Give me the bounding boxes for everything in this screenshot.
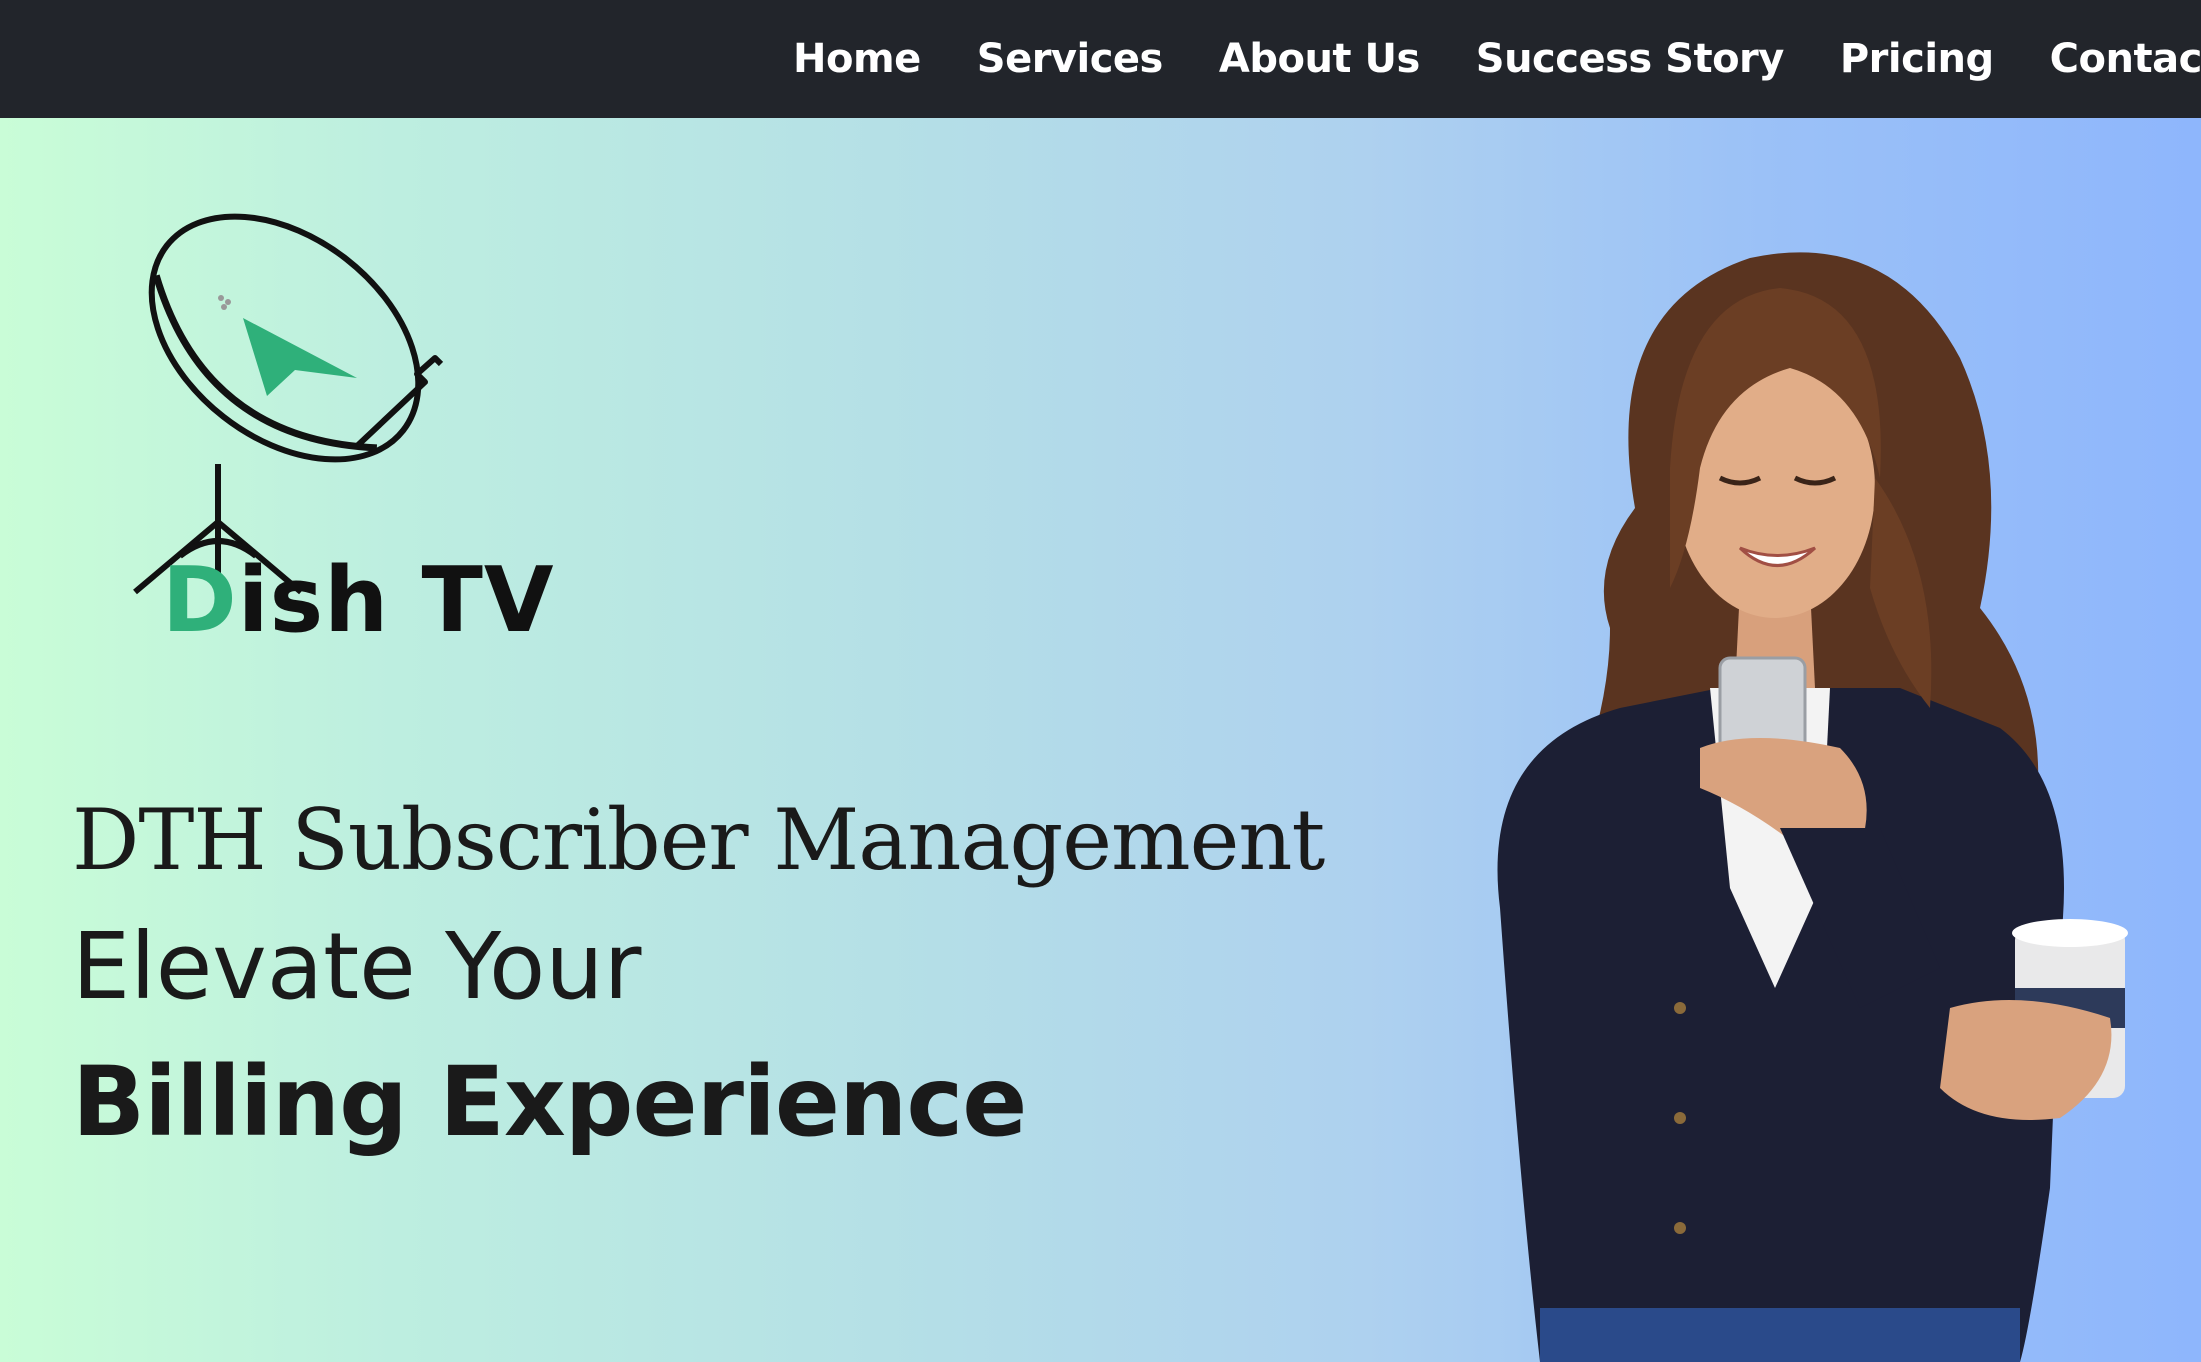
nav-menu: Home Services About Us Success Story Pri… [793,0,2201,118]
logo-rest-text: ish TV [237,548,555,653]
nav-item-services[interactable]: Services [977,36,1164,82]
hero-headline: DTH Subscriber Management Elevate Your B… [72,778,1325,1172]
nav-item-success-story[interactable]: Success Story [1476,36,1785,82]
nav-item-contact-us[interactable]: Contact Us [2050,36,2201,82]
logo-wordmark[interactable]: Dish TV [162,548,555,653]
hero-line-billing-experience: Billing Experience [72,1046,1027,1158]
hero-woman-image [1497,252,2128,1362]
hero-section: Dish TV DTH Subscriber Management Elevat… [0,118,2201,1362]
logo-accent-letter: D [162,548,238,653]
nav-item-home[interactable]: Home [793,36,921,82]
hero-line-elevate: Elevate Your [72,913,642,1020]
hero-line-subscriber-management: DTH Subscriber Management [72,791,1325,889]
nav-item-about-us[interactable]: About Us [1219,36,1420,82]
top-navbar: Home Services About Us Success Story Pri… [0,0,2201,118]
nav-item-pricing[interactable]: Pricing [1840,36,1994,82]
